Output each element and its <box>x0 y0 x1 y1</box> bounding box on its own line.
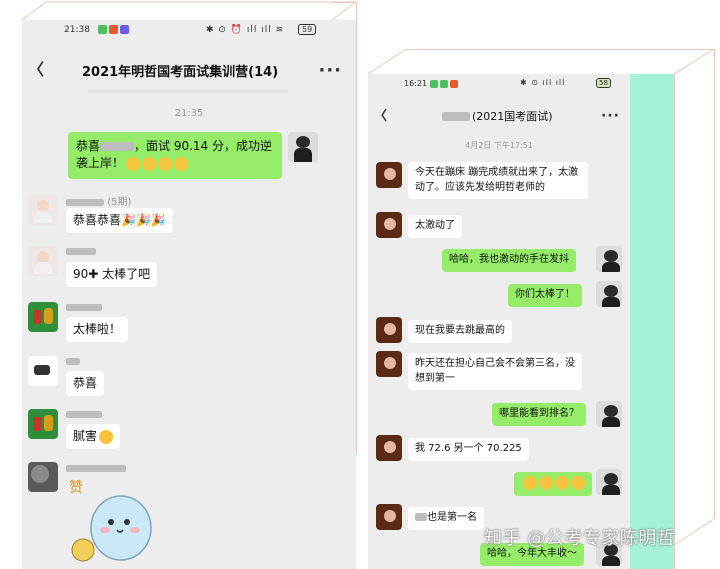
avatar[interactable] <box>376 317 402 343</box>
avatar[interactable] <box>376 162 402 188</box>
status-bar: 21:38 ✱ ⊙ ⏰ ıll ıll ≋ 59 <box>22 20 356 42</box>
message-text: 哪里能看到排名？ <box>499 408 579 419</box>
blurred-name <box>100 142 135 151</box>
message-text: 恭喜恭喜🎉🎉🎉 <box>73 213 166 227</box>
message-bubble[interactable]: 我 72.6 另一个 70.225 <box>408 438 529 461</box>
message-text: 恭喜 <box>76 139 101 153</box>
message-bubble[interactable]: 太激动了 <box>408 215 462 238</box>
right-chat-screen: 16:21 ✱ ⊙ ıll ıll 58 〈 (2021国考面试) ··· 4月… <box>368 74 630 569</box>
avatar[interactable] <box>28 462 58 492</box>
chat-header: 〈 2021年明哲国考面试集训营(14) ··· <box>22 56 356 84</box>
message-bubble[interactable]: 今天在蹦床 蹦完成绩就出来了，太激动了。应该先发给明哲老师的 <box>408 162 588 199</box>
message-bubble[interactable]: 90✚ 太棒了吧 <box>66 262 158 288</box>
avatar[interactable] <box>28 195 58 225</box>
avatar[interactable] <box>376 504 402 530</box>
thumbs-up-icon <box>158 156 173 171</box>
avatar[interactable] <box>596 469 622 495</box>
message-bubble[interactable]: 恭喜 ，面试 90.14 分，成功逆袭上岸！ <box>68 132 282 179</box>
message-text: 今天在蹦床 蹦完成绩就出来了，太激动了。应该先发给明哲老师的 <box>415 167 579 193</box>
message-bubble[interactable]: 恭喜恭喜🎉🎉🎉 <box>66 208 173 234</box>
status-time: 21:38 <box>64 25 90 35</box>
message-bubble[interactable]: 你们太棒了！ <box>508 284 582 307</box>
chat-header: 〈 (2021国考面试) ··· <box>368 104 630 128</box>
message-text: 腻害 <box>73 429 98 443</box>
chat-title: (2021国考面试) <box>472 110 553 123</box>
thumbs-up-icon <box>523 476 537 490</box>
message-bubble[interactable] <box>514 472 592 496</box>
message-timestamp: 21:35 <box>174 108 204 119</box>
sender-nickname <box>66 302 102 313</box>
impressed-emoji-icon <box>99 429 114 444</box>
watermark-text: 知乎 @公考专家陈明哲 <box>484 528 676 549</box>
message-text: 太棒啦！ <box>73 322 122 336</box>
avatar[interactable] <box>28 356 58 386</box>
battery-icon: 59 <box>298 24 317 35</box>
status-bar: 16:21 ✱ ⊙ ıll ıll 58 <box>368 74 630 94</box>
message-text: 恭喜 <box>73 376 98 390</box>
avatar[interactable] <box>376 212 402 238</box>
thumbs-up-icon <box>555 476 569 490</box>
sticker-caption: 赞 <box>69 480 83 496</box>
message-text: 我 72.6 另一个 70.225 <box>415 443 522 454</box>
avatar[interactable] <box>28 246 58 276</box>
chat-title: 2021年明哲国考面试集训营(14) <box>82 64 279 80</box>
app-badges <box>428 79 458 88</box>
message-bubble[interactable]: 也是第一名 <box>408 507 484 530</box>
status-time: 16:21 <box>404 79 428 88</box>
sender-nickname <box>66 409 102 420</box>
thumbs-up-icon <box>539 476 553 490</box>
message-text: 哈哈，我也激动的手在发抖 <box>449 254 569 265</box>
header-divider <box>88 90 288 93</box>
thumbs-up-icon <box>126 156 141 171</box>
more-options-button[interactable]: ··· <box>318 60 342 81</box>
teal-panel <box>630 74 674 569</box>
thumbs-up-icon <box>571 476 585 490</box>
message-text: 也是第一名 <box>427 512 477 523</box>
message-timestamp: 4月2日 下午17:51 <box>465 141 533 150</box>
avatar[interactable] <box>376 435 402 461</box>
message-text: 昨天还在担心自己会不会第三名，没想到第一 <box>415 358 575 384</box>
status-icons: ✱ ⊙ ⏰ ıll ıll ≋ <box>206 25 285 35</box>
avatar[interactable] <box>288 132 318 162</box>
message-text: 太激动了 <box>415 220 455 231</box>
avatar[interactable] <box>28 302 58 332</box>
message-bubble[interactable]: 哈哈，我也激动的手在发抖 <box>442 249 576 272</box>
thumbs-up-icon <box>142 156 157 171</box>
avatar[interactable] <box>596 281 622 307</box>
sender-nickname: (5期) <box>66 193 131 208</box>
status-icons: ✱ ⊙ ıll ıll <box>520 78 566 87</box>
more-options-button[interactable]: ··· <box>601 108 620 124</box>
message-bubble[interactable]: 腻害 <box>66 424 121 450</box>
avatar[interactable] <box>376 351 402 377</box>
avatar[interactable] <box>28 409 58 439</box>
message-bubble[interactable]: 现在我要去跳最高的 <box>408 320 512 343</box>
avatar[interactable] <box>596 246 622 272</box>
message-text: 现在我要去跳最高的 <box>415 325 505 336</box>
back-button[interactable]: 〈 <box>374 110 387 123</box>
message-bubble[interactable]: 昨天还在担心自己会不会第三名，没想到第一 <box>408 353 582 390</box>
sticker-image[interactable]: 赞 <box>63 470 163 565</box>
sender-nickname <box>66 246 96 257</box>
battery-icon: 58 <box>596 78 611 88</box>
message-text: 你们太棒了！ <box>515 289 575 300</box>
screenshot-collage: 21:38 ✱ ⊙ ⏰ ıll ıll ≋ 59 〈 2021年明哲国考面试集训… <box>0 0 720 569</box>
app-badges <box>96 25 129 35</box>
grin-icon <box>174 156 189 171</box>
back-button[interactable]: 〈 <box>28 62 44 78</box>
sender-nickname <box>66 356 80 367</box>
message-bubble[interactable]: 恭喜 <box>66 371 105 397</box>
avatar[interactable] <box>596 401 622 427</box>
message-text: 90✚ 太棒了吧 <box>73 267 151 281</box>
message-bubble[interactable]: 哪里能看到排名？ <box>492 403 586 426</box>
blurred-name <box>415 513 427 521</box>
blurred-group-name <box>442 112 470 121</box>
message-bubble[interactable]: 太棒啦！ <box>66 317 129 343</box>
